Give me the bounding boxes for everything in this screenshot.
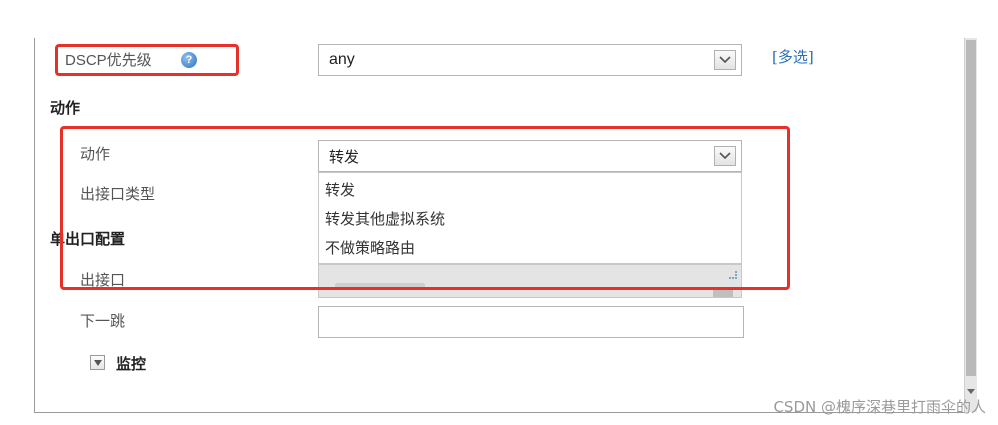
- scrollbar-thumb[interactable]: [966, 40, 976, 376]
- action-label: 动作: [80, 145, 111, 163]
- dscp-label: DSCP优先级: [65, 52, 152, 69]
- obscured-text: [335, 283, 425, 289]
- resize-grip-icon[interactable]: [729, 271, 737, 279]
- next-hop-input[interactable]: [318, 306, 744, 338]
- vertical-scrollbar[interactable]: [964, 38, 977, 412]
- watermark: CSDN @槐序深巷里打雨伞的人: [773, 398, 986, 416]
- dropdown-option-forward-vsys[interactable]: 转发其他虚拟系统: [325, 208, 445, 229]
- egress-select-obscured[interactable]: [318, 264, 742, 298]
- chevron-down-icon[interactable]: [714, 50, 736, 70]
- dscp-select-value: any: [329, 51, 355, 68]
- egress-label: 出接口: [80, 271, 126, 289]
- scroll-down-icon[interactable]: [967, 389, 975, 394]
- collapse-toggle-icon[interactable]: [90, 355, 105, 370]
- dropdown-option-forward[interactable]: 转发: [325, 179, 355, 200]
- obscured-caret-button[interactable]: [713, 287, 733, 297]
- multi-select-link[interactable]: [多选]: [772, 46, 814, 67]
- next-hop-label: 下一跳: [80, 312, 126, 330]
- egress-type-label: 出接口类型: [80, 185, 156, 203]
- section-single-egress-title: 单出口配置: [50, 230, 126, 248]
- dscp-select[interactable]: any: [318, 44, 742, 76]
- section-monitor-title: 监控: [116, 355, 147, 373]
- dropdown-option-no-pbr[interactable]: 不做策略路由: [325, 237, 415, 258]
- action-dropdown-list: 转发 转发其他虚拟系统 不做策略路由: [318, 172, 742, 264]
- section-action-title: 动作: [50, 99, 81, 117]
- chevron-down-icon[interactable]: [714, 146, 736, 166]
- action-select-value: 转发: [329, 147, 360, 166]
- help-icon[interactable]: ?: [181, 52, 197, 68]
- action-select[interactable]: 转发: [318, 140, 742, 172]
